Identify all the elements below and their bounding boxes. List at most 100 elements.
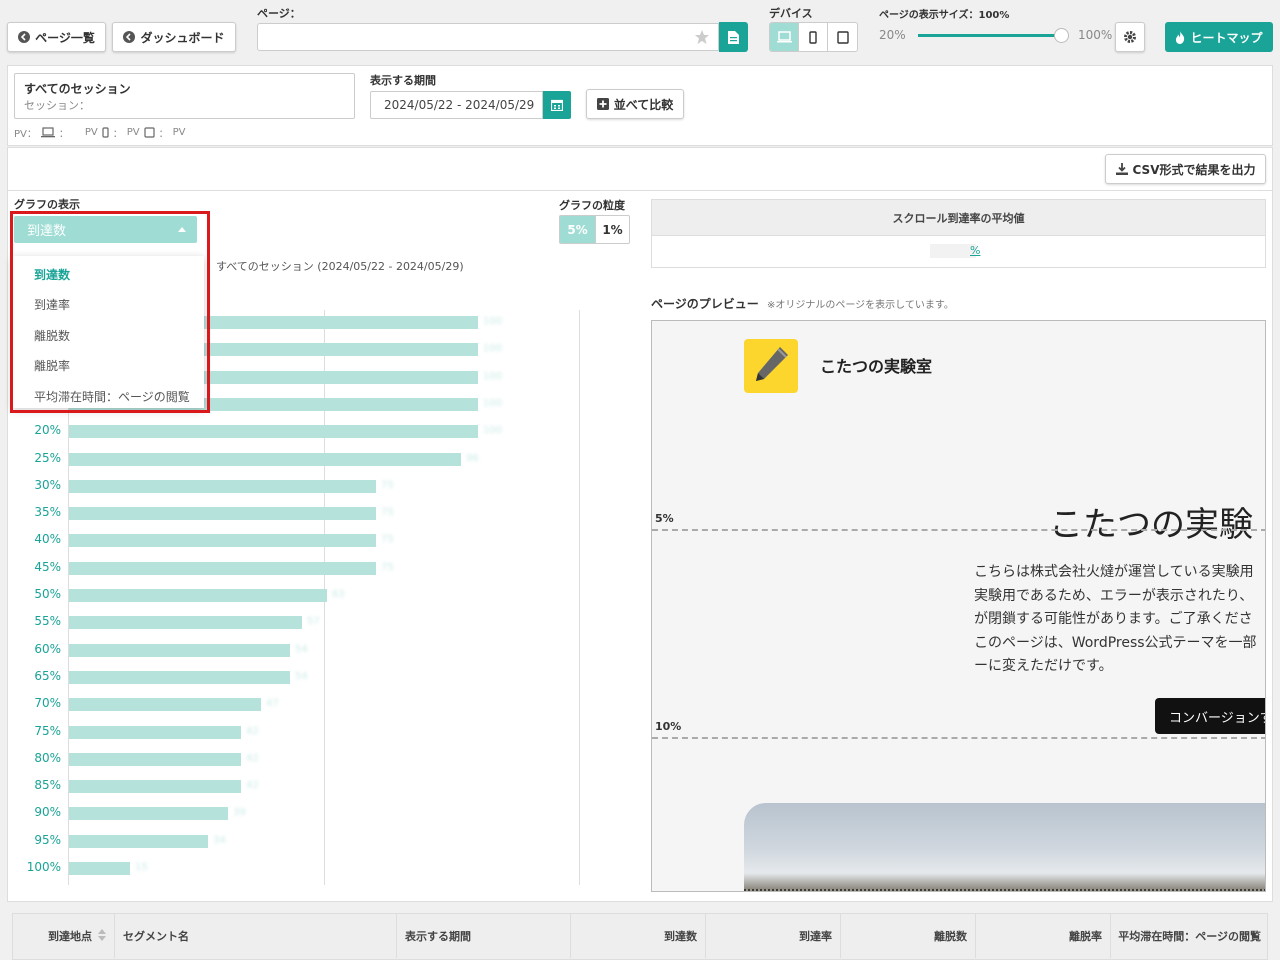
period-input[interactable]: 2024/05/22 - 2024/05/29 [370, 91, 543, 119]
col-header-point[interactable]: 到達地点 [13, 914, 115, 958]
page-preview-frame[interactable]: こたつの実験室 こたつの実験 5% こちらは株式会社火燵が運営している実験用 実… [651, 320, 1266, 892]
y-tick-label: 50% [34, 587, 61, 601]
settings-button[interactable] [1115, 22, 1145, 52]
smartphone-icon [809, 30, 817, 44]
chart-bar[interactable] [69, 507, 376, 521]
session-subtitle: セッション： [24, 99, 90, 112]
device-tablet-button[interactable] [828, 23, 857, 51]
y-tick-label: 40% [34, 532, 61, 547]
back-circle-icon [18, 31, 31, 43]
device-smartphone-button[interactable] [799, 23, 828, 51]
bar-value-label: 75 [381, 479, 394, 491]
col-header-reach-count: 到達数 [571, 914, 706, 958]
graph-display-label: グラフの表示 [14, 198, 80, 211]
device-selector[interactable] [769, 22, 858, 52]
chart-bar[interactable] [69, 834, 208, 848]
page-list-button[interactable]: ページ一覧 [7, 22, 106, 52]
dashboard-button[interactable]: ダッシュボード [112, 22, 236, 52]
page-file-button[interactable] [719, 22, 748, 52]
chart-bar[interactable] [69, 561, 376, 575]
laptop-icon [40, 127, 55, 138]
size-slider-track[interactable] [918, 34, 1062, 37]
body-line: が閉鎖する可能性があります。ご了承くださ [974, 611, 1253, 627]
chart-bar[interactable] [69, 589, 327, 602]
pv-stat-sep: ： [112, 129, 123, 140]
y-tick-label: 25% [34, 450, 61, 465]
marker-line-10 [652, 737, 1265, 739]
bar-value-label: 75 [381, 507, 394, 519]
chart-bar[interactable] [69, 670, 290, 684]
chart-bar[interactable] [69, 616, 302, 630]
session-selector[interactable]: すべてのセッション セッション： [14, 73, 355, 119]
granularity-5-button[interactable]: 5% [560, 216, 595, 243]
slider-min-label: 20% [879, 28, 906, 42]
chart-bar[interactable] [69, 534, 376, 548]
device-label: デバイス [769, 7, 813, 20]
col-header-exit-count: 離脱数 [841, 914, 976, 958]
col-header-exit-rate: 離脱率 [976, 914, 1111, 958]
bar-value-label: 42 [246, 780, 259, 792]
body-line: ーに変えただけです。 [974, 658, 1113, 674]
body-line: こちらは株式会社火燵が運営している実験用 [974, 564, 1254, 580]
heatmap-button[interactable]: ヒートマップ [1165, 22, 1273, 52]
bar-value-label: 75 [381, 561, 394, 573]
gear-icon [1123, 30, 1137, 44]
hero-image-building [744, 889, 1265, 891]
granularity-toggle[interactable]: 5% 1% [559, 215, 630, 244]
chart-bar[interactable] [69, 643, 290, 657]
pencil-icon [752, 345, 790, 385]
scroll-average-title: スクロール到達率の平均値 [652, 200, 1265, 236]
compare-button[interactable]: 並べて比較 [586, 89, 684, 119]
bar-value-label: 47 [266, 698, 279, 710]
chart-bar[interactable] [69, 752, 241, 766]
y-tick-label: 100% [26, 860, 61, 874]
calendar-icon [551, 99, 563, 111]
chart-bar[interactable] [69, 807, 228, 821]
chart-bar[interactable] [69, 862, 130, 875]
col-header-segment: セグメント名 [115, 914, 397, 958]
chart-bar[interactable] [69, 479, 376, 493]
bar-value-label: 54 [295, 670, 308, 682]
y-tick-label: 90% [34, 805, 61, 820]
period-label: 表示する期間 [370, 74, 436, 87]
y-tick-label: 30% [34, 477, 61, 492]
chart-bar[interactable] [69, 452, 461, 466]
back-circle-icon [123, 31, 136, 43]
bar-value-label: 15 [135, 862, 148, 873]
y-tick-label: 75% [34, 723, 61, 738]
bar-value-label: 42 [246, 725, 259, 737]
smartphone-icon [102, 127, 109, 138]
pv-stat-sep: ： [58, 129, 69, 140]
laptop-icon [776, 31, 792, 43]
sort-icon[interactable] [98, 928, 106, 942]
site-logo [744, 339, 798, 393]
star-icon[interactable] [694, 29, 710, 45]
conversion-button[interactable]: コンバージョンす [1155, 698, 1265, 734]
granularity-1-button[interactable]: 1% [595, 216, 629, 243]
bar-value-label: 96 [466, 452, 479, 464]
slider-max-label: 100% [1078, 28, 1113, 42]
chart-bar[interactable] [69, 725, 241, 739]
y-tick-label: 45% [34, 559, 61, 574]
preview-note: ※オリジナルのページを表示しています。 [766, 300, 954, 311]
hero-image [744, 803, 1265, 891]
size-slider-handle[interactable] [1054, 28, 1069, 43]
y-tick-label: 20% [34, 423, 61, 438]
device-pc-button[interactable] [770, 23, 799, 51]
bar-value-label: 100 [483, 397, 503, 409]
chart-bar[interactable] [69, 780, 241, 794]
page-url-input[interactable] [257, 23, 719, 51]
file-icon [728, 30, 739, 44]
marker-label-5: 5% [655, 512, 674, 525]
chart-bar[interactable] [69, 425, 478, 439]
preview-body-text: こちらは株式会社火燵が運営している実験用 実験用であるため、エラーが表示されたり… [974, 561, 1257, 679]
chart-bar[interactable] [69, 698, 261, 712]
y-tick-label: 95% [34, 832, 61, 847]
csv-export-label: CSV形式で結果を出力 [1132, 162, 1256, 177]
calendar-button[interactable] [543, 91, 571, 119]
csv-export-button[interactable]: CSV形式で結果を出力 [1105, 154, 1266, 184]
pv-stat-label: PV [172, 127, 186, 138]
compare-label: 並べて比較 [613, 97, 674, 112]
bar-value-label: 75 [381, 534, 394, 546]
pv-stat-label: PV： [14, 129, 37, 140]
